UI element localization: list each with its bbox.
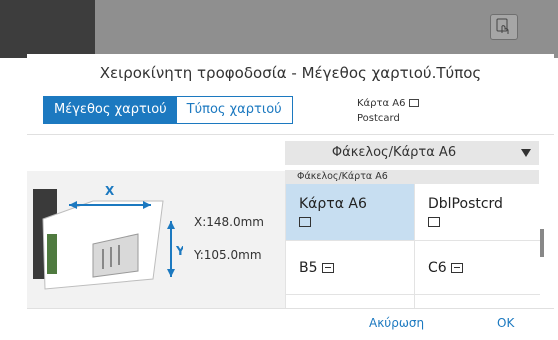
top-bar-dark-panel bbox=[0, 0, 95, 58]
dropdown-arrow-icon bbox=[521, 149, 531, 157]
ok-button[interactable]: OK bbox=[497, 316, 514, 330]
current-type-label: Postcard bbox=[357, 113, 400, 124]
paper-option-c6[interactable]: C6 bbox=[414, 240, 540, 294]
grid-divider bbox=[285, 184, 286, 308]
landscape-icon bbox=[299, 217, 311, 227]
paper-option-b5[interactable]: B5 bbox=[285, 240, 414, 294]
option-label: C6 bbox=[428, 260, 447, 276]
touch-panel-icon[interactable] bbox=[490, 14, 518, 40]
envelope-icon bbox=[450, 263, 463, 273]
tab-paper-type[interactable]: Τύπος χαρτιού bbox=[176, 97, 292, 123]
grid-divider bbox=[285, 294, 540, 295]
tab-bar: Μέγεθος χαρτιού Τύπος χαρτιού bbox=[43, 96, 293, 124]
y-axis-label: Y bbox=[175, 244, 183, 258]
option-label: Κάρτα A6 bbox=[299, 196, 367, 212]
paper-option-card-a6[interactable]: Κάρτα A6 bbox=[285, 184, 414, 240]
current-setting: Κάρτα A6 Postcard bbox=[357, 96, 419, 126]
top-bar bbox=[0, 0, 558, 58]
grid-scrollbar[interactable] bbox=[540, 229, 544, 257]
paper-option-dblpostcrd[interactable]: DblPostcrd bbox=[414, 184, 540, 240]
envelope-icon bbox=[321, 263, 334, 273]
option-label-wrap: C6 bbox=[428, 260, 463, 276]
cancel-button[interactable]: Ακύρωση bbox=[369, 316, 424, 330]
landscape-icon bbox=[428, 217, 440, 227]
divider bbox=[27, 134, 554, 135]
paper-category-select[interactable]: Φάκελος/Κάρτα A6 bbox=[285, 141, 539, 165]
orientation-icon bbox=[408, 99, 419, 107]
option-label: B5 bbox=[299, 260, 318, 276]
paper-size-dialog: Χειροκίνητη τροφοδοσία - Μέγεθος χαρτιού… bbox=[27, 54, 554, 340]
option-label: DblPostcrd bbox=[428, 196, 503, 212]
grid-header: Φάκελος/Κάρτα A6 bbox=[285, 170, 539, 184]
grid-divider bbox=[285, 240, 540, 241]
paper-tray-illustration: X Y bbox=[33, 184, 183, 290]
current-size-label: Κάρτα A6 bbox=[357, 98, 406, 109]
height-value: Y:105.0mm bbox=[194, 248, 262, 262]
grid-divider bbox=[414, 184, 415, 308]
tab-paper-size[interactable]: Μέγεθος χαρτιού bbox=[44, 97, 177, 123]
footer-divider bbox=[27, 308, 554, 309]
dialog-title: Χειροκίνητη τροφοδοσία - Μέγεθος χαρτιού… bbox=[99, 64, 482, 82]
option-label-wrap: B5 bbox=[299, 260, 334, 276]
x-axis-label: X bbox=[105, 184, 115, 198]
width-value: X:148.0mm bbox=[194, 215, 264, 229]
paper-category-value: Φάκελος/Κάρτα A6 bbox=[331, 145, 457, 160]
